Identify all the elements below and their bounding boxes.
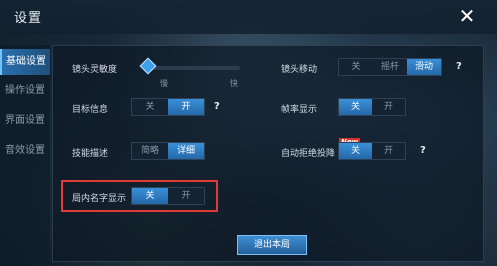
camera-sensitivity-label: 镜头灵敏度 xyxy=(72,65,118,75)
camera-move-joystick[interactable]: 摇杆 xyxy=(373,59,407,75)
fps-display-on[interactable]: 开 xyxy=(372,99,405,115)
target-info-on[interactable]: 开 xyxy=(168,99,204,115)
auto-reject-off[interactable]: 关 xyxy=(339,143,372,159)
slider-min-label: 慢 xyxy=(160,79,168,88)
page-title: 设置 xyxy=(14,11,43,26)
camera-sensitivity-slider[interactable] xyxy=(139,57,240,75)
sidebar-item-interface[interactable]: 界面设置 xyxy=(0,108,50,134)
camera-move-label: 镜头移动 xyxy=(281,65,318,75)
exit-match-button[interactable]: 退出本局 xyxy=(237,235,307,255)
skill-desc-toggle: 简略 详细 xyxy=(131,142,205,160)
sidebar-item-controls[interactable]: 操作设置 xyxy=(0,78,50,104)
settings-header: 设置 ✕ xyxy=(0,0,497,34)
camera-move-help-icon[interactable]: ? xyxy=(456,61,462,72)
in-game-names-off[interactable]: 关 xyxy=(132,188,168,204)
skill-desc-brief[interactable]: 简略 xyxy=(132,143,168,159)
skill-desc-label: 技能描述 xyxy=(72,149,109,159)
auto-reject-label: 自动拒绝投降 xyxy=(281,149,336,159)
sidebar-item-basic[interactable]: 基础设置 xyxy=(0,49,50,75)
target-info-toggle: 关 开 xyxy=(131,98,205,116)
camera-move-off[interactable]: 关 xyxy=(339,59,373,75)
in-game-names-toggle: 关 开 xyxy=(131,187,205,205)
settings-sidebar: 基础设置 操作设置 界面设置 音效设置 xyxy=(0,45,50,266)
auto-reject-toggle: 关 开 xyxy=(338,142,406,160)
target-info-help-icon[interactable]: ? xyxy=(214,101,220,112)
auto-reject-help-icon[interactable]: ? xyxy=(420,145,426,156)
close-icon[interactable]: ✕ xyxy=(452,4,482,28)
slider-max-label: 快 xyxy=(230,79,238,88)
auto-reject-on[interactable]: 开 xyxy=(372,143,405,159)
skill-desc-detailed[interactable]: 详细 xyxy=(168,143,204,159)
in-game-names-label: 局内名字显示 xyxy=(72,194,127,204)
fps-display-toggle: 关 开 xyxy=(338,98,406,116)
camera-move-toggle: 关 摇杆 滑动 xyxy=(338,58,442,76)
target-info-off[interactable]: 关 xyxy=(132,99,168,115)
fps-display-off[interactable]: 关 xyxy=(339,99,372,115)
sidebar-item-sound[interactable]: 音效设置 xyxy=(0,138,50,164)
in-game-names-on[interactable]: 开 xyxy=(168,188,204,204)
fps-display-label: 帧率显示 xyxy=(281,105,318,115)
camera-move-swipe[interactable]: 滑动 xyxy=(407,59,441,75)
target-info-label: 目标信息 xyxy=(72,105,109,115)
